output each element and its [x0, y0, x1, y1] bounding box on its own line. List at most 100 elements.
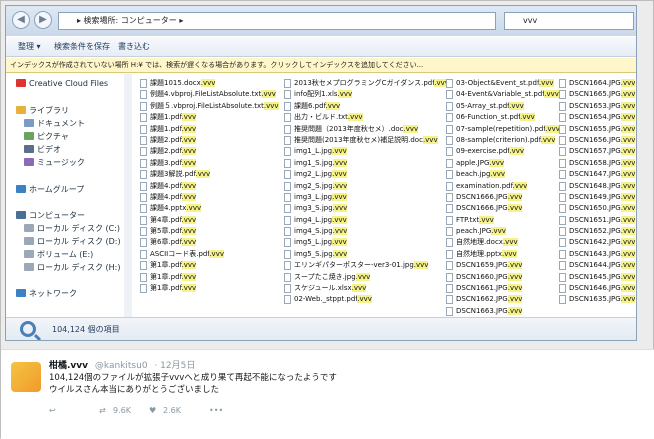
file-item[interactable]: 課題2.pdf.vvv — [140, 146, 279, 157]
file-item[interactable]: DSCN1649.JPG.vvv — [559, 192, 636, 203]
file-item[interactable]: スケジュール.xlsx.vvv — [284, 283, 449, 294]
file-item[interactable]: 03-Object&Event_st.pdf.vvv — [446, 78, 560, 89]
file-item[interactable]: 05-Array_st.pdf.vvv — [446, 101, 560, 112]
file-item[interactable]: DSCN1653.JPG.vvv — [559, 101, 636, 112]
nav-pictures[interactable]: ピクチャ — [24, 131, 69, 143]
file-item[interactable]: 2013秋セメプログラミングCガイダンス.pdf.vvv — [284, 78, 449, 89]
file-item[interactable]: DSCN1652.JPG.vvv — [559, 226, 636, 237]
file-item[interactable]: DSCN1664.JPG.vvv — [559, 78, 636, 89]
file-item[interactable]: DSCN1654.JPG.vvv — [559, 112, 636, 123]
file-item[interactable]: apple.JPG.vvv — [446, 158, 560, 169]
burn-button[interactable]: 書き込む — [118, 37, 150, 57]
file-item[interactable]: img1_L.jpg.vvv — [284, 146, 449, 157]
file-item[interactable]: DSCN1642.JPG.vvv — [559, 237, 636, 248]
file-item[interactable]: img2_S.jpg.vvv — [284, 181, 449, 192]
file-item[interactable]: 自然地理.docx.vvv — [446, 237, 560, 248]
file-item[interactable]: 課題1.pdf.vvv — [140, 112, 279, 123]
file-item[interactable]: DSCN1651.JPG.vvv — [559, 215, 636, 226]
nav-computer[interactable]: コンピューター — [16, 210, 85, 222]
file-item[interactable]: エリンギパターポスター-ver3-01.jpg.vvv — [284, 260, 449, 271]
file-item[interactable]: DSCN1647.JPG.vvv — [559, 169, 636, 180]
file-item[interactable]: 例題4.vbproj.FileListAbsolute.txt.vvv — [140, 89, 279, 100]
file-item[interactable]: examination.pdf.vvv — [446, 181, 560, 192]
retweet-icon[interactable]: ⇄ — [99, 406, 106, 415]
nav-documents[interactable]: ドキュメント — [24, 118, 85, 130]
file-item[interactable]: DSCN1655.JPG.vvv — [559, 124, 636, 135]
nav-libraries[interactable]: ライブラリ — [16, 105, 69, 117]
file-item[interactable]: DSCN1643.JPG.vvv — [559, 249, 636, 260]
nav-drive-e[interactable]: ボリューム (E:) — [24, 249, 93, 261]
search-input[interactable]: vvv — [504, 12, 634, 30]
file-item[interactable]: 課題2.pdf.vvv — [140, 135, 279, 146]
file-item[interactable]: 課題1015.docx.vvv — [140, 78, 279, 89]
file-item[interactable]: ASCIIコード表.pdf.vvv — [140, 249, 279, 260]
file-item[interactable]: 第1章.pdf.vvv — [140, 283, 279, 294]
avatar[interactable] — [11, 362, 41, 392]
file-item[interactable]: 04-Event&Variable_st.pdf.vvv — [446, 89, 560, 100]
file-item[interactable]: DSCN1644.JPG.vvv — [559, 260, 636, 271]
file-item[interactable]: 第5章.pdf.vvv — [140, 226, 279, 237]
file-item[interactable]: DSCN1650.JPG.vvv — [559, 203, 636, 214]
tweet-handle[interactable]: @kankitsu0 — [95, 361, 148, 371]
file-item[interactable]: img5_S.jpg.vvv — [284, 249, 449, 260]
file-item[interactable]: img3_L.jpg.vvv — [284, 192, 449, 203]
save-search-button[interactable]: 検索条件を保存 — [54, 37, 110, 57]
file-item[interactable]: DSCN1646.JPG.vvv — [559, 283, 636, 294]
file-item[interactable]: DSCN1665.JPG.vvv — [559, 89, 636, 100]
file-item[interactable]: DSCN1666.JPG.vvv — [446, 203, 560, 214]
like-icon[interactable]: ♥ — [149, 406, 156, 415]
file-item[interactable]: 課題3解説.pdf.vvv — [140, 169, 279, 180]
file-item[interactable]: DSCN1661.JPG.vvv — [446, 283, 560, 294]
nav-creative-cloud[interactable]: Creative Cloud Files — [16, 78, 108, 90]
file-item[interactable]: スープたこ焼き.jpg.vvv — [284, 272, 449, 283]
nav-drive-h[interactable]: ローカル ディスク (H:) — [24, 262, 120, 274]
file-item[interactable]: img1_S.jpg.vvv — [284, 158, 449, 169]
back-button[interactable]: ◀ — [12, 11, 30, 29]
file-item[interactable]: DSCN1648.JPG.vvv — [559, 181, 636, 192]
file-item[interactable]: DSCN1635.JPG.vvv — [559, 294, 636, 305]
file-item[interactable]: 自然地理.pptx.vvv — [446, 249, 560, 260]
address-bar[interactable]: ▸ 検索場所: コンピューター ▸ — [58, 12, 496, 30]
file-item[interactable]: beach.jpg.vvv — [446, 169, 560, 180]
file-item[interactable]: 第1章.pdf.vvv — [140, 272, 279, 283]
file-item[interactable]: DSCN1666.JPG.vvv — [446, 192, 560, 203]
file-item[interactable]: img4_L.jpg.vvv — [284, 215, 449, 226]
file-item[interactable]: DSCN1660.JPG.vvv — [446, 272, 560, 283]
file-item[interactable]: 課題4.pdf.vvv — [140, 181, 279, 192]
file-item[interactable]: 09-exercise.pdf.vvv — [446, 146, 560, 157]
nav-homegroup[interactable]: ホームグループ — [16, 184, 84, 196]
file-item[interactable]: DSCN1659.JPG.vvv — [446, 260, 560, 271]
nav-scrollbar[interactable] — [124, 74, 132, 317]
nav-network[interactable]: ネットワーク — [16, 288, 77, 300]
file-item[interactable]: 課題4.pdf.vvv — [140, 192, 279, 203]
tweet-date[interactable]: · 12月5日 — [154, 361, 195, 371]
file-item[interactable]: 第1章.pdf.vvv — [140, 260, 279, 271]
nav-drive-c[interactable]: ローカル ディスク (C:) — [24, 223, 120, 235]
file-item[interactable]: info配列1.xls.vvv — [284, 89, 449, 100]
file-item[interactable]: peach.JPG.vvv — [446, 226, 560, 237]
forward-button[interactable]: ▶ — [34, 11, 52, 29]
file-item[interactable]: DSCN1657.JPG.vvv — [559, 146, 636, 157]
more-icon[interactable]: ••• — [209, 406, 223, 415]
file-item[interactable]: DSCN1645.JPG.vvv — [559, 272, 636, 283]
file-item[interactable]: 第4章.pdf.vvv — [140, 215, 279, 226]
file-item[interactable]: img3_S.jpg.vvv — [284, 203, 449, 214]
file-item[interactable]: 例題５.vbproj.FileListAbsolute.txt.vvv — [140, 101, 279, 112]
file-item[interactable]: 第6章.pdf.vvv — [140, 237, 279, 248]
file-item[interactable]: 出力・ビルド.txt.vvv — [284, 112, 449, 123]
file-item[interactable]: 06-Function_st.pdf.vvv — [446, 112, 560, 123]
file-item[interactable]: DSCN1658.JPG.vvv — [559, 158, 636, 169]
file-item[interactable]: 課題1.pdf.vvv — [140, 124, 279, 135]
file-item[interactable]: 08-sample(criterion).pdf.vvv — [446, 135, 560, 146]
index-info-bar[interactable]: インデックスが作成されていない場所 H:¥ では、検索が遅くなる場合があります。… — [6, 58, 636, 73]
nav-music[interactable]: ミュージック — [24, 157, 85, 169]
file-item[interactable]: 課題4.pptx.vvv — [140, 203, 279, 214]
file-item[interactable]: img5_L.jpg.vvv — [284, 237, 449, 248]
file-item[interactable]: 課題6.pdf.vvv — [284, 101, 449, 112]
file-item[interactable]: 推奨問題（2013年度秋セメ）.doc.vvv — [284, 124, 449, 135]
file-item[interactable]: 課題3.pdf.vvv — [140, 158, 279, 169]
file-item[interactable]: img2_L.jpg.vvv — [284, 169, 449, 180]
nav-drive-d[interactable]: ローカル ディスク (D:) — [24, 236, 121, 248]
file-item[interactable]: FTP.txt.vvv — [446, 215, 560, 226]
reply-icon[interactable]: ↩ — [49, 406, 56, 415]
